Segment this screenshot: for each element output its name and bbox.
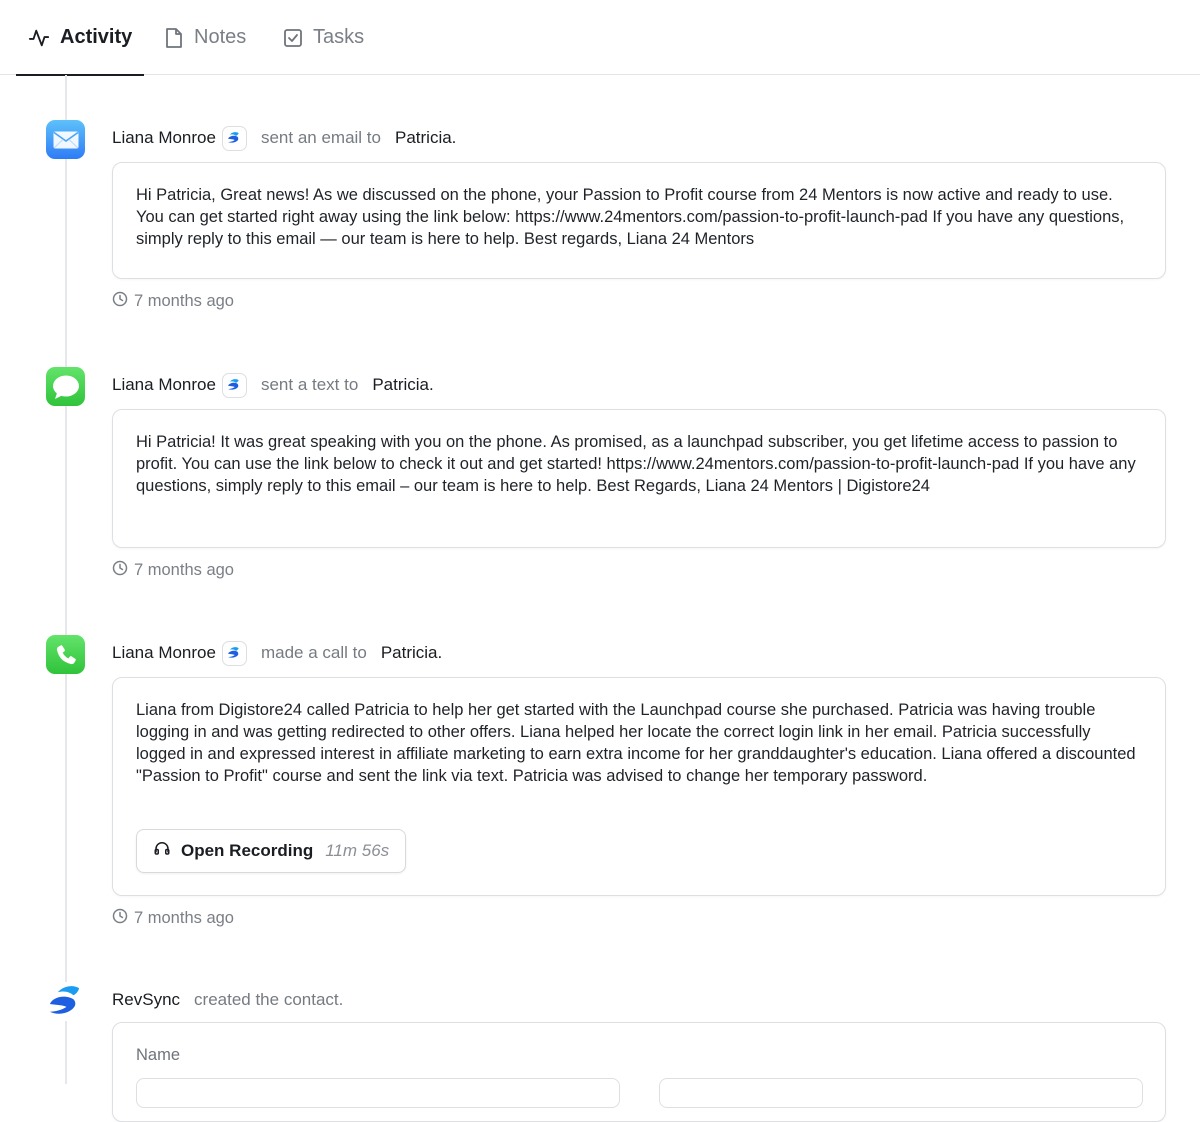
clock-icon [112, 908, 128, 929]
target-name[interactable]: Patricia. [372, 375, 433, 395]
contact-fields-card: Name [112, 1022, 1166, 1122]
clock-icon [112, 291, 128, 312]
headphones-icon [153, 839, 171, 863]
checkbox-icon [283, 28, 303, 48]
activity-icon [28, 27, 50, 49]
activity-verb: sent an email to [260, 128, 381, 147]
clock-icon [112, 560, 128, 581]
timestamp-text: 7 months ago [134, 908, 234, 927]
timestamp: 7 months ago [112, 907, 234, 929]
timestamp-text: 7 months ago [134, 291, 234, 310]
target-name[interactable]: Patricia. [395, 128, 456, 148]
text-body-text: Hi Patricia! It was great speaking with … [136, 433, 1136, 495]
actor-name[interactable]: Liana Monroe [112, 375, 216, 395]
revsync-logo-icon [46, 982, 85, 1021]
tab-bar: Activity Notes Tasks [0, 0, 1200, 76]
target-name[interactable]: Patricia. [381, 643, 442, 663]
recording-label: Open Recording [181, 841, 314, 860]
first-name-field[interactable] [136, 1078, 620, 1108]
recording-duration: 11m 56s [325, 841, 390, 860]
revsync-logo-icon [221, 640, 247, 666]
activity-verb: made a call to [260, 643, 367, 662]
activity-headline: Liana Monroe sent a text to Patricia. [112, 370, 434, 400]
tab-label: Tasks [313, 26, 365, 48]
name-field-label: Name [136, 1046, 181, 1064]
actor-name[interactable]: RevSync [112, 990, 180, 1010]
tab-notes[interactable]: Notes [164, 0, 246, 75]
tab-label: Activity [60, 26, 133, 48]
tab-activity[interactable]: Activity [15, 0, 145, 76]
call-summary-card: Liana from Digistore24 called Patricia t… [112, 677, 1166, 896]
call-summary-text: Liana from Digistore24 called Patricia t… [136, 701, 1136, 785]
activity-headline: Liana Monroe sent an email to Patricia. [112, 123, 456, 153]
mail-icon [46, 120, 85, 159]
last-name-field[interactable] [659, 1078, 1143, 1108]
message-icon [46, 367, 85, 406]
timestamp-text: 7 months ago [134, 560, 234, 579]
actor-name[interactable]: Liana Monroe [112, 128, 216, 148]
email-body-text: Hi Patricia, Great news! As we discussed… [136, 186, 1125, 248]
revsync-logo-icon [221, 372, 247, 398]
file-icon [164, 27, 184, 49]
tab-tasks[interactable]: Tasks [283, 0, 364, 75]
text-body-card: Hi Patricia! It was great speaking with … [112, 409, 1166, 548]
activity-headline: Liana Monroe made a call to Patricia. [112, 638, 442, 668]
phone-icon [46, 635, 85, 674]
activity-headline: RevSync created the contact. [112, 985, 357, 1015]
activity-verb: created the contact. [194, 990, 344, 1009]
timestamp: 7 months ago [112, 290, 234, 312]
timeline-line [65, 75, 67, 1084]
timestamp: 7 months ago [112, 559, 234, 581]
actor-name[interactable]: Liana Monroe [112, 643, 216, 663]
activity-verb: sent a text to [260, 375, 359, 394]
revsync-logo-icon [221, 125, 247, 151]
tab-label: Notes [194, 26, 247, 48]
open-recording-button[interactable]: Open Recording 11m 56s [136, 829, 407, 873]
email-body-card: Hi Patricia, Great news! As we discussed… [112, 162, 1166, 279]
